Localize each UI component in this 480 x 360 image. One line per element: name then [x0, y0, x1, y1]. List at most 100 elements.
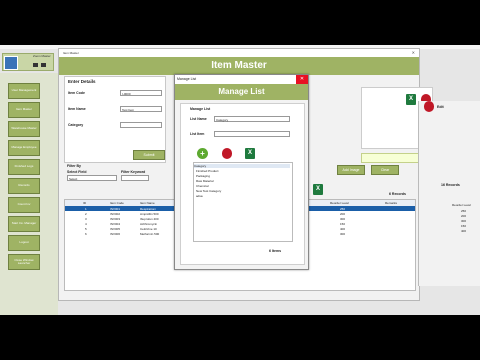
dialog-close-icon[interactable]: ✕	[296, 75, 308, 84]
enter-details-heading: Enter Details	[68, 79, 96, 84]
right-reorder-value: 200	[461, 214, 467, 218]
dialog-items-count: 6 Items	[269, 249, 282, 253]
cell-id: 3	[85, 216, 87, 221]
cell-reorder: 200	[340, 211, 346, 216]
add-image-button[interactable]: Add Image	[337, 165, 365, 175]
cell-name: Respiratiom	[140, 206, 157, 211]
sidebar-item-logout[interactable]: Logout	[8, 235, 40, 251]
zoom-toolstrip: Zoom Master	[2, 53, 54, 71]
list-item[interactable]: New Test Category	[196, 189, 221, 193]
select-field-label: Select Field	[67, 170, 87, 174]
manage-list-header: Manage List	[175, 84, 308, 100]
zoom-in-icon[interactable]	[41, 63, 46, 67]
col-id: ID	[83, 201, 86, 205]
cell-id: 1	[85, 206, 87, 211]
cell-code: INV004	[110, 221, 121, 226]
manage-list-body: Manage List List Name Category List Item…	[180, 103, 305, 265]
sidebar-item-manage-employee[interactable]: Manage Employee	[8, 140, 40, 156]
list-name-dropdown[interactable]: Category	[214, 116, 290, 122]
item-master-heading: Item Master	[211, 60, 267, 71]
cell-reorder: 400	[340, 226, 346, 231]
cell-code: INV002	[110, 211, 121, 216]
background-window-panel: Edit X 16 Records Reorder Level 250 200 …	[418, 101, 480, 286]
manage-list-section-label: Manage List	[190, 107, 211, 111]
filter-keyword-label: Filter Keyword	[121, 170, 146, 174]
delete-item-icon[interactable]	[222, 148, 232, 159]
cell-reorder: 300	[340, 231, 346, 236]
category-label: Category	[68, 123, 84, 127]
col-item-code: Item Code	[110, 201, 124, 205]
sidebar-item-records[interactable]: Records	[8, 178, 40, 194]
dialog-excel-icon[interactable]: X	[245, 148, 255, 159]
col-item-name: Item Name	[140, 201, 155, 205]
cell-id: 5	[85, 226, 87, 231]
right-pdf-icon[interactable]	[424, 101, 434, 112]
enter-details-panel: Enter Details Item Code I-0000 Item Name…	[64, 76, 166, 163]
sidebar-item-start-inv-manager[interactable]: Start Inv. Manager	[8, 216, 40, 232]
item-master-close-icon[interactable]: ✕	[412, 50, 415, 55]
right-reorder-value: 150	[461, 224, 467, 228]
item-name-label: Item Name	[68, 107, 86, 111]
manage-list-dialog: Manage List ✕ Manage List Manage List Li…	[174, 74, 309, 270]
list-items-box: Category Finished Product Packaging Raw …	[193, 162, 293, 242]
submit-button[interactable]: Submit	[133, 150, 165, 160]
sidebar-item-close-window-launcher[interactable]: Close Window Launcher	[8, 254, 40, 270]
col-remarks: Remarks	[385, 201, 398, 205]
list-item[interactable]: adsa	[196, 194, 203, 198]
col-reorder-level: Reorder Level	[330, 201, 349, 205]
list-item-label: List Item	[190, 132, 205, 136]
select-field-dropdown[interactable]: Select	[67, 175, 117, 181]
right-reorder-header: Reorder Level	[452, 203, 471, 207]
cell-code: INV001	[110, 206, 121, 211]
screen: Zoom Master User Management Item Master …	[0, 45, 480, 315]
sidebar-item-item-master[interactable]: Item Master	[8, 102, 40, 118]
sidebar-item-finished-logs[interactable]: Finished Logs	[8, 159, 40, 175]
cell-name: Cetirizine 10	[140, 226, 157, 231]
item-master-window-title: Item Master	[63, 51, 79, 55]
cell-id: 6	[85, 231, 87, 236]
manage-list-titlebar: Manage List ✕	[175, 75, 308, 84]
app-logo-icon[interactable]	[4, 56, 18, 70]
manage-list-heading: Manage List	[218, 87, 265, 96]
add-item-icon[interactable]: +	[197, 148, 208, 159]
cell-code: INV003	[110, 216, 121, 221]
cell-id: 2	[85, 211, 87, 216]
list-name-label: List Name	[190, 117, 207, 121]
filter-by-heading: Filter By	[67, 164, 82, 168]
sidebar-item-count-inv[interactable]: Count Inv	[8, 197, 40, 213]
records-count: 6 Records	[389, 192, 406, 196]
excel-export-icon[interactable]: X	[406, 94, 416, 105]
sidebar-item-warehouse-master[interactable]: Warehouse Master	[8, 121, 40, 137]
manage-list-window-title: Manage List	[177, 77, 197, 81]
zoom-out-icon[interactable]	[33, 63, 38, 67]
list-item[interactable]: Category	[194, 164, 290, 168]
cell-code: INV005	[110, 226, 121, 231]
list-item[interactable]: Chemical	[196, 184, 209, 188]
right-records-count: 16 Records	[441, 183, 460, 187]
sidebar-item-user-management[interactable]: User Management	[8, 83, 40, 99]
cell-reorder: 150	[340, 221, 346, 226]
filter-panel: Filter By Select Field Select Filter Key…	[64, 164, 184, 189]
right-reorder-value: 300	[461, 219, 467, 223]
cell-id: 4	[85, 221, 87, 226]
cell-code: INV006	[110, 231, 121, 236]
category-select[interactable]	[120, 122, 162, 128]
filter-keyword-input[interactable]	[121, 175, 149, 181]
list-item[interactable]: Finished Product	[196, 169, 219, 173]
item-master-header: Item Master	[59, 57, 419, 75]
toolstrip-label: Zoom Master	[33, 54, 51, 58]
cell-name: Ibuprofen 400	[140, 216, 159, 221]
right-reorder-value: 400	[461, 229, 467, 233]
right-reorder-value: 250	[461, 209, 467, 213]
cell-name: Metformin 500	[140, 231, 160, 236]
item-name-input[interactable]: Test Item	[120, 106, 162, 112]
sidebar: User Management Item Master Warehouse Ma…	[0, 73, 58, 315]
item-code-label: Item Code	[68, 91, 85, 95]
list-item[interactable]: Raw Material	[196, 179, 214, 183]
list-item[interactable]: Packaging	[196, 174, 210, 178]
item-code-input[interactable]: I-0000	[120, 90, 162, 96]
grid-excel-icon[interactable]: X	[313, 184, 323, 195]
list-item-input[interactable]	[214, 131, 290, 137]
cell-name: Ampicillin 500	[140, 211, 159, 216]
clear-image-button[interactable]: Clear	[371, 165, 399, 175]
